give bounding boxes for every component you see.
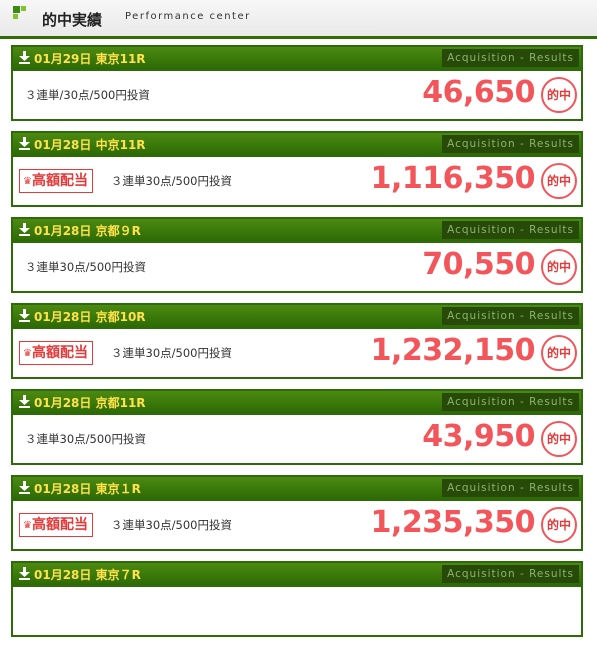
acquisition-results-tag: Acquisition - Results	[442, 135, 579, 153]
result-card[interactable]: 01月28日 東京１R Acquisition - Results ♛高額配当 …	[11, 475, 583, 551]
race-date-label: 01月28日 中京11R	[34, 138, 146, 152]
payout-amount: 1,116,350	[370, 161, 536, 196]
result-card-header: 01月28日 東京１R Acquisition - Results	[13, 477, 581, 501]
download-icon[interactable]	[19, 223, 30, 236]
crown-icon: ♛	[23, 176, 32, 187]
bet-description: ３連単/30点/500円投資	[25, 88, 150, 102]
high-payout-badge: ♛高額配当	[19, 341, 93, 365]
result-card[interactable]: 01月29日 東京11R Acquisition - Results ３連単/3…	[11, 45, 583, 121]
page-header: 的中実績 Performance center	[0, 0, 597, 39]
download-icon[interactable]	[19, 309, 30, 322]
race-date-label: 01月28日 東京１R	[34, 482, 141, 496]
result-card-body: ♛高額配当 ３連単30点/500円投資 1,116,350 的中	[13, 157, 581, 205]
hit-badge: 的中	[541, 163, 577, 199]
payout-amount: 1,232,150	[370, 333, 536, 368]
result-card[interactable]: 01月28日 京都９R Acquisition - Results ３連単30点…	[11, 217, 583, 293]
result-card[interactable]: 01月28日 京都10R Acquisition - Results ♛高額配当…	[11, 303, 583, 379]
result-card[interactable]: 01月28日 京都11R Acquisition - Results ３連単30…	[11, 389, 583, 465]
result-card-header: 01月28日 京都９R Acquisition - Results	[13, 219, 581, 243]
result-card-body: ３連単30点/500円投資 70,550 的中	[13, 243, 581, 291]
high-payout-badge: ♛高額配当	[19, 513, 93, 537]
download-icon[interactable]	[19, 137, 30, 150]
high-payout-badge: ♛高額配当	[19, 169, 93, 193]
acquisition-results-tag: Acquisition - Results	[442, 221, 579, 239]
race-date-label: 01月28日 京都９R	[34, 224, 141, 238]
page-subtitle: Performance center	[125, 11, 251, 22]
race-date-label: 01月29日 東京11R	[34, 52, 146, 66]
result-card-header: 01月28日 東京７R Acquisition - Results	[13, 563, 581, 587]
download-icon[interactable]	[19, 481, 30, 494]
race-date-label: 01月28日 京都10R	[34, 310, 146, 324]
result-card-body	[13, 587, 581, 635]
payout-amount: 46,650	[422, 75, 535, 110]
download-icon[interactable]	[19, 395, 30, 408]
acquisition-results-tag: Acquisition - Results	[442, 565, 579, 583]
result-card-body: ３連単30点/500円投資 43,950 的中	[13, 415, 581, 463]
hit-badge: 的中	[541, 249, 577, 285]
hit-badge: 的中	[541, 421, 577, 457]
bet-description: ３連単30点/500円投資	[25, 432, 146, 446]
hit-badge: 的中	[541, 77, 577, 113]
race-date-label: 01月28日 京都11R	[34, 396, 146, 410]
bet-description: ３連単30点/500円投資	[25, 260, 146, 274]
result-card-header: 01月28日 京都11R Acquisition - Results	[13, 391, 581, 415]
result-card[interactable]: 01月28日 東京７R Acquisition - Results	[11, 561, 583, 637]
acquisition-results-tag: Acquisition - Results	[442, 479, 579, 497]
result-card-body: ３連単/30点/500円投資 46,650 的中	[13, 71, 581, 119]
result-card-body: ♛高額配当 ３連単30点/500円投資 1,232,150 的中	[13, 329, 581, 377]
results-list: 01月29日 東京11R Acquisition - Results ３連単/3…	[11, 45, 583, 647]
payout-amount: 70,550	[422, 247, 535, 282]
crown-icon: ♛	[23, 348, 32, 359]
hit-badge: 的中	[541, 335, 577, 371]
download-icon[interactable]	[19, 567, 30, 580]
result-card-header: 01月29日 東京11R Acquisition - Results	[13, 47, 581, 71]
hit-badge: 的中	[541, 507, 577, 543]
acquisition-results-tag: Acquisition - Results	[442, 49, 579, 67]
crown-icon: ♛	[23, 520, 32, 531]
result-card[interactable]: 01月28日 中京11R Acquisition - Results ♛高額配当…	[11, 131, 583, 207]
result-card-header: 01月28日 京都10R Acquisition - Results	[13, 305, 581, 329]
download-icon[interactable]	[19, 51, 30, 64]
acquisition-results-tag: Acquisition - Results	[442, 393, 579, 411]
result-card-body: ♛高額配当 ３連単30点/500円投資 1,235,350 的中	[13, 501, 581, 549]
bet-description: ３連単30点/500円投資	[111, 518, 232, 532]
page-title: 的中実績	[42, 11, 103, 29]
result-card-header: 01月28日 中京11R Acquisition - Results	[13, 133, 581, 157]
bet-description: ３連単30点/500円投資	[111, 346, 232, 360]
payout-amount: 1,235,350	[370, 505, 536, 540]
race-date-label: 01月28日 東京７R	[34, 568, 141, 582]
bet-description: ３連単30点/500円投資	[111, 174, 232, 188]
acquisition-results-tag: Acquisition - Results	[442, 307, 579, 325]
payout-amount: 43,950	[422, 419, 535, 454]
green-squares-logo-icon	[13, 6, 27, 20]
